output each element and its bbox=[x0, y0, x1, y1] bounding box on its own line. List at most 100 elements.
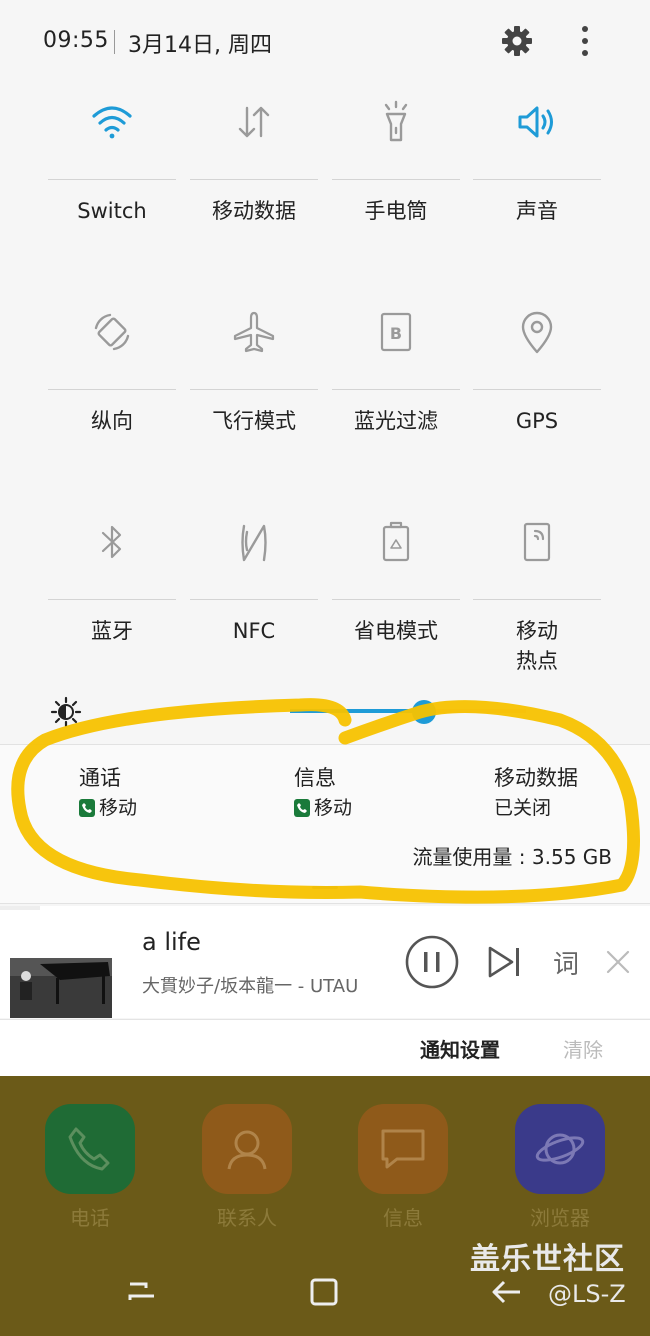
slider-thumb[interactable] bbox=[412, 700, 436, 724]
usage-summary-card[interactable]: 通话 移动 信息 移动 移动数据 已关闭 流量使用量 : 3.55 GB bbox=[0, 744, 650, 904]
rotation-icon bbox=[86, 306, 138, 358]
tile-divider bbox=[332, 179, 460, 180]
tile-label: 蓝牙 bbox=[91, 619, 133, 643]
next-track-button[interactable] bbox=[484, 942, 524, 982]
settings-gear-icon[interactable] bbox=[498, 22, 536, 60]
tile-battery-saver[interactable]: 省电模式 bbox=[330, 516, 462, 706]
tile-divider bbox=[473, 389, 601, 390]
tile-divider bbox=[190, 179, 318, 180]
skip-next-icon bbox=[488, 946, 519, 978]
tile-label: 蓝光过滤 bbox=[354, 409, 438, 433]
recent-apps-button[interactable] bbox=[122, 1272, 162, 1312]
sms-sim: 移动 bbox=[294, 793, 352, 823]
clear-button[interactable]: 清除 bbox=[563, 1034, 603, 1063]
tile-sound[interactable]: 声音 bbox=[471, 96, 603, 286]
hotspot-icon bbox=[511, 516, 563, 568]
tile-label: 手电筒 bbox=[364, 199, 428, 223]
notification-settings-button[interactable]: 通知设置 bbox=[420, 1034, 500, 1063]
slider-fill bbox=[290, 709, 420, 713]
dock-app-phone[interactable]: 电话 bbox=[44, 1104, 136, 1231]
tile-label: Switch bbox=[77, 199, 147, 223]
home-button[interactable] bbox=[304, 1272, 344, 1312]
sim-phone-icon bbox=[79, 799, 95, 817]
message-icon bbox=[358, 1104, 448, 1194]
airplane-icon bbox=[228, 306, 280, 358]
phone-icon bbox=[45, 1104, 135, 1194]
close-button[interactable] bbox=[602, 946, 634, 978]
blue-light-filter-icon: B bbox=[370, 306, 422, 358]
data-title: 移动数据 bbox=[494, 766, 578, 790]
location-icon bbox=[511, 306, 563, 358]
back-arrow-icon bbox=[492, 1280, 520, 1304]
tile-divider bbox=[48, 179, 176, 180]
brightness-icon bbox=[50, 696, 82, 728]
tile-label: 声音 bbox=[516, 199, 558, 223]
data-column: 移动数据 已关闭 bbox=[494, 763, 578, 823]
close-icon bbox=[606, 950, 630, 974]
pause-button[interactable] bbox=[404, 934, 460, 990]
dock-app-messages[interactable]: 信息 bbox=[357, 1104, 449, 1231]
more-options-icon[interactable] bbox=[572, 22, 598, 60]
tile-label: 飞行模式 bbox=[212, 409, 296, 433]
tile-divider bbox=[48, 389, 176, 390]
dock-app-contacts[interactable]: 联系人 bbox=[201, 1104, 293, 1231]
tile-label: 移动 热点 bbox=[516, 619, 558, 673]
tile-airplane[interactable]: 飞行模式 bbox=[188, 306, 320, 496]
call-column: 通话 移动 bbox=[79, 763, 137, 823]
watermark-user: @LS-Z bbox=[548, 1280, 626, 1308]
pause-icon bbox=[405, 935, 459, 989]
tile-hotspot[interactable]: 移动 热点 bbox=[471, 516, 603, 706]
contacts-icon bbox=[202, 1104, 292, 1194]
album-art bbox=[0, 906, 124, 1018]
tile-divider bbox=[473, 179, 601, 180]
data-usage-total: 流量使用量 : 3.55 GB bbox=[412, 845, 612, 869]
sound-icon bbox=[511, 96, 563, 148]
flashlight-icon bbox=[370, 96, 422, 148]
song-artist: 大貫妙子/坂本龍一 - UTAU bbox=[142, 976, 359, 997]
sms-column: 信息 移动 bbox=[294, 763, 352, 823]
notification-footer: 通知设置 清除 bbox=[0, 1019, 650, 1076]
app-name: 电话 bbox=[70, 1206, 110, 1230]
slider-track[interactable] bbox=[290, 709, 526, 713]
recent-apps-icon bbox=[128, 1282, 154, 1300]
sms-sim-label: 移动 bbox=[314, 797, 353, 819]
tile-nfc[interactable]: NFC bbox=[188, 516, 320, 706]
divider bbox=[114, 30, 115, 54]
browser-icon bbox=[515, 1104, 605, 1194]
tile-rotation[interactable]: 纵向 bbox=[46, 306, 178, 496]
media-player-notification[interactable]: a life 大貫妙子/坂本龍一 - UTAU 词 bbox=[0, 906, 650, 1018]
sms-title: 信息 bbox=[294, 766, 336, 790]
clock: 09:55 bbox=[43, 28, 109, 53]
tile-divider bbox=[190, 599, 318, 600]
tile-flashlight[interactable]: 手电筒 bbox=[330, 96, 462, 286]
tile-divider bbox=[332, 599, 460, 600]
drag-handle[interactable] bbox=[312, 886, 338, 889]
call-sim: 移动 bbox=[79, 793, 137, 823]
lyrics-button[interactable]: 词 bbox=[546, 942, 586, 982]
date: 3月14日, 周四 bbox=[128, 33, 272, 58]
svg-text:B: B bbox=[390, 324, 402, 343]
brightness-slider[interactable] bbox=[0, 690, 650, 734]
status-row: 09:55 3月14日, 周四 bbox=[0, 22, 650, 62]
app-name: 信息 bbox=[383, 1206, 423, 1230]
tile-gps[interactable]: GPS bbox=[471, 306, 603, 496]
tile-label: 省电模式 bbox=[354, 619, 438, 643]
bluetooth-icon bbox=[86, 516, 138, 568]
tile-bluetooth[interactable]: 蓝牙 bbox=[46, 516, 178, 706]
battery-saver-icon bbox=[370, 516, 422, 568]
song-title: a life bbox=[142, 928, 201, 956]
app-name: 联系人 bbox=[217, 1206, 277, 1230]
mobile-data-icon bbox=[228, 96, 280, 148]
tile-divider bbox=[190, 389, 318, 390]
tile-label: 纵向 bbox=[91, 409, 133, 433]
tile-label: GPS bbox=[515, 409, 559, 433]
tile-wifi[interactable]: Switch bbox=[46, 96, 178, 286]
tile-label: NFC bbox=[232, 619, 276, 643]
tile-mobile-data[interactable]: 移动数据 bbox=[188, 96, 320, 286]
quick-panel: 09:55 3月14日, 周四 Switch 移动数据 手电筒 声音 纵向 飞行… bbox=[0, 0, 650, 1076]
back-button[interactable] bbox=[486, 1272, 526, 1312]
sim-phone-icon bbox=[294, 799, 310, 817]
data-status: 已关闭 bbox=[494, 797, 552, 819]
tile-blue-light-filter[interactable]: B 蓝光过滤 bbox=[330, 306, 462, 496]
dock-app-browser[interactable]: 浏览器 bbox=[514, 1104, 606, 1231]
